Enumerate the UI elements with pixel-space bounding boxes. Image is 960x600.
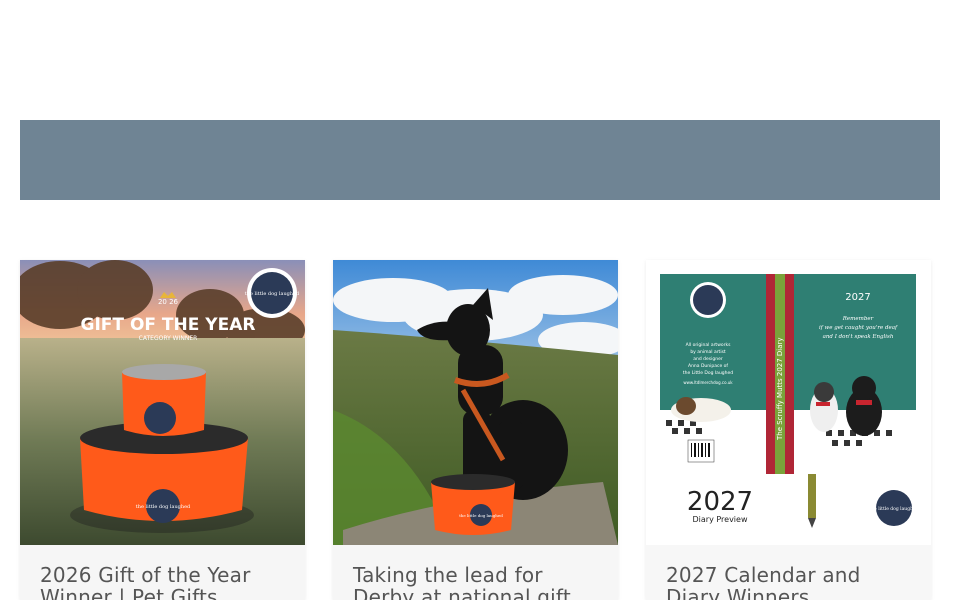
post-card-taking-the-lead[interactable]: the little dog laughed Taking the lead f… <box>333 260 618 600</box>
award-subtitle: CATEGORY WINNER <box>139 335 198 342</box>
post-image[interactable]: The Scruffy Mutts 2027 Diary All origina… <box>646 260 931 545</box>
post-image[interactable]: the little dog laughed <box>333 260 618 545</box>
spine-text: The Scruffy Mutts 2027 Diary <box>776 337 784 441</box>
cover-quote-2: if we get caught you're deaf <box>819 325 898 331</box>
badge-text: the little dog laughed <box>869 506 918 512</box>
post-title[interactable]: Taking the lead for Derby at national gi… <box>353 564 603 600</box>
hero-banner <box>20 120 940 200</box>
pencil-icon <box>808 474 816 518</box>
badge-text: the little dog laughed <box>245 291 300 297</box>
gift-of-the-year-photo: 20 26 GIFT OF THE YEAR CATEGORY WINNER t… <box>20 260 305 545</box>
cover-credit-1: All original artworks <box>686 342 732 348</box>
post-title[interactable]: 2027 Calendar and Diary Winners <box>666 564 916 600</box>
post-card-gift-of-the-year[interactable]: 20 26 GIFT OF THE YEAR CATEGORY WINNER t… <box>20 260 305 600</box>
cover-url: www.ltdlmerchdog.co.uk <box>683 380 733 385</box>
cover-credit-4: Anna Dunipace of <box>688 363 728 369</box>
bowl-label: the little dog laughed <box>459 513 503 518</box>
brand-badge-icon <box>693 285 723 315</box>
cover-credit-3: and designer <box>693 356 723 362</box>
cover-credit-5: the Little Dog laughed <box>683 370 733 376</box>
award-year: 20 26 <box>158 298 179 306</box>
award-title: GIFT OF THE YEAR <box>81 315 256 335</box>
cover-quote-1: Remember <box>842 316 874 322</box>
dog-on-rock-photo: the little dog laughed <box>333 260 618 545</box>
post-title[interactable]: 2026 Gift of the Year Winner | Pet Gifts <box>40 564 290 600</box>
cover-quote-3: and I don't speak English <box>823 334 894 340</box>
diary-preview-image: The Scruffy Mutts 2027 Diary All origina… <box>646 260 931 545</box>
post-image[interactable]: 20 26 GIFT OF THE YEAR CATEGORY WINNER t… <box>20 260 305 545</box>
preview-year: 2027 <box>687 487 753 517</box>
post-card-calendar-diary[interactable]: The Scruffy Mutts 2027 Diary All origina… <box>646 260 931 600</box>
bowl-logo-icon <box>144 402 176 434</box>
bowl-label: the little dog laughed <box>136 504 191 510</box>
cover-year: 2027 <box>845 292 870 303</box>
cover-credit-2: by animal artist <box>690 349 726 355</box>
preview-label: Diary Preview <box>693 515 748 524</box>
